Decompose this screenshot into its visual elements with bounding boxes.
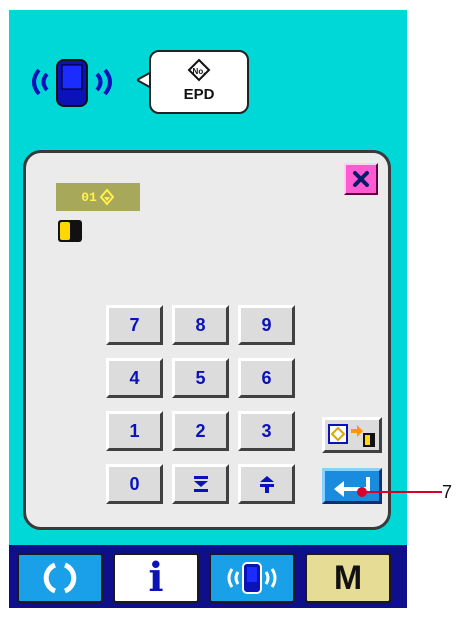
key-7-label: 7	[129, 314, 140, 335]
key-6-label: 6	[261, 367, 272, 388]
key-0[interactable]: 0	[106, 464, 163, 504]
info-button[interactable]: i	[113, 553, 199, 603]
communication-button[interactable]	[209, 553, 295, 603]
key-8-label: 8	[195, 314, 206, 335]
communication-status-icon	[21, 52, 121, 112]
communication-icon	[227, 562, 277, 594]
epd-input-icon: No.	[187, 58, 211, 82]
decrement-button[interactable]	[172, 464, 229, 504]
key-4-label: 4	[129, 367, 140, 388]
decrement-icon	[193, 476, 208, 492]
increment-button[interactable]	[238, 464, 295, 504]
epd-bubble: No. EPD	[149, 50, 249, 114]
key-3[interactable]: 3	[238, 411, 295, 451]
key-6[interactable]: 6	[238, 358, 295, 398]
key-9[interactable]: 9	[238, 305, 295, 345]
key-5-label: 5	[195, 367, 206, 388]
info-icon: i	[148, 554, 164, 601]
key-1-label: 1	[129, 420, 140, 441]
data-input-panel: 01 7 8 9 4 5 6 1 2 3 0	[23, 150, 391, 530]
key-2-label: 2	[195, 420, 206, 441]
epd-label: EPD	[183, 86, 215, 103]
key-0-label: 0	[129, 473, 140, 494]
read-data-icon	[328, 424, 375, 447]
smartmedia-card-icon	[58, 219, 84, 243]
close-button[interactable]	[344, 163, 378, 195]
pattern-number: 01	[81, 189, 97, 205]
ready-icon	[43, 562, 77, 594]
key-4[interactable]: 4	[106, 358, 163, 398]
key-2[interactable]: 2	[172, 411, 229, 451]
key-3-label: 3	[261, 420, 272, 441]
svg-text:No.: No.	[193, 67, 206, 76]
callout-label: 7	[442, 482, 453, 502]
key-5[interactable]: 5	[172, 358, 229, 398]
close-x-icon	[353, 171, 369, 187]
diamond-arrow-icon	[99, 188, 115, 206]
read-data-button[interactable]	[322, 417, 382, 453]
key-1[interactable]: 1	[106, 411, 163, 451]
key-7[interactable]: 7	[106, 305, 163, 345]
increment-icon	[259, 476, 274, 493]
key-9-label: 9	[261, 314, 272, 335]
bottom-bar: i M	[9, 545, 407, 608]
mode-icon: M	[333, 559, 363, 597]
ready-button[interactable]	[17, 553, 103, 603]
pattern-number-tab: 01	[56, 183, 140, 211]
callout-line	[357, 487, 442, 497]
device-screen: No. EPD 01 7 8 9 4 5 6 1 2 3 0 i M	[9, 10, 407, 608]
mode-button[interactable]: M	[305, 553, 391, 603]
key-8[interactable]: 8	[172, 305, 229, 345]
